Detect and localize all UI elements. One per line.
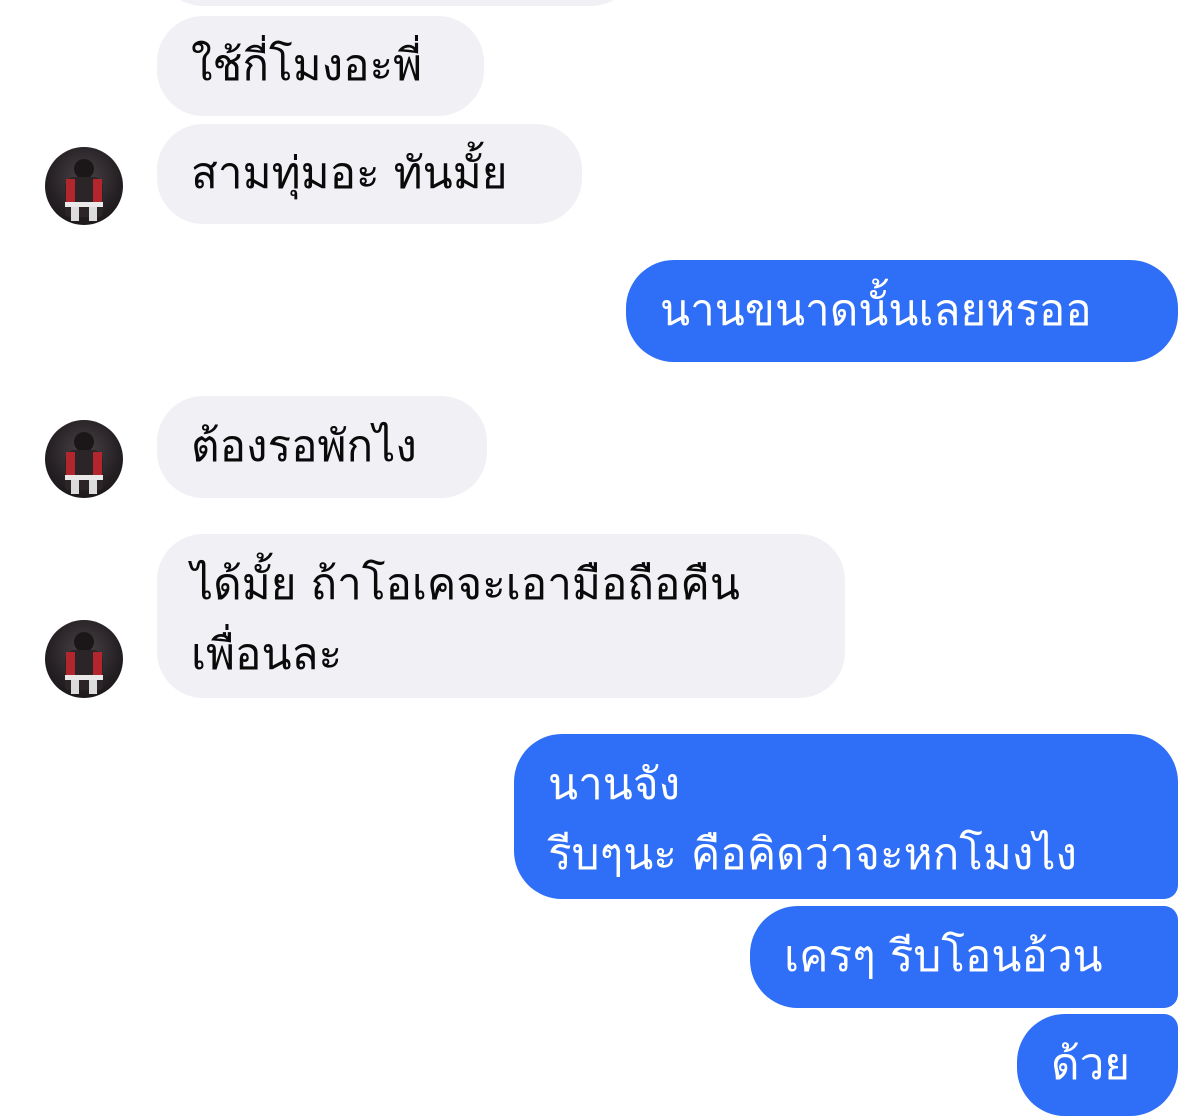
message-text-line: เพื่อนละ xyxy=(191,629,343,680)
message-text: สามทุ่มอะ ทันมั้ย xyxy=(191,148,508,199)
user-avatar[interactable] xyxy=(45,420,123,498)
message-bubble-incoming: ต้องรอพักไง xyxy=(157,396,487,498)
message-text-line: ได้มั้ย ถ้าโอเคจะเอามือถือคืน xyxy=(191,559,740,610)
message-text: เครๆ รีบโอนอ้วน xyxy=(784,931,1103,982)
message-text: นานขนาดนั้นเลยหรออ xyxy=(660,285,1092,336)
message-bubble-outgoing: นานขนาดนั้นเลยหรออ xyxy=(626,260,1178,362)
message-text-line: รีบๆนะ คือคิดว่าจะหกโมงไง xyxy=(548,829,1077,880)
message-text: ต้องรอพักไง xyxy=(191,421,417,472)
message-bubble-outgoing: นานจัง รีบๆนะ คือคิดว่าจะหกโมงไง xyxy=(514,734,1178,899)
user-avatar[interactable] xyxy=(45,147,123,225)
message-bubble-incoming: ใช้กี่โมงอะพี่ xyxy=(157,16,484,116)
message-bubble-outgoing: เครๆ รีบโอนอ้วน xyxy=(750,906,1178,1008)
message-bubble-incoming: สามทุ่มอะ ทันมั้ย xyxy=(157,124,582,224)
message-text: ด้วย xyxy=(1051,1039,1131,1090)
message-bubble-incoming: ได้มั้ย ถ้าโอเคจะเอามือถือคืน เพื่อนละ xyxy=(157,534,845,698)
message-text-line: นานจัง xyxy=(548,759,681,810)
user-avatar[interactable] xyxy=(45,620,123,698)
message-bubble-partial xyxy=(157,0,637,6)
message-bubble-outgoing: ด้วย xyxy=(1017,1014,1178,1116)
message-text: ใช้กี่โมงอะพี่ xyxy=(191,40,423,91)
